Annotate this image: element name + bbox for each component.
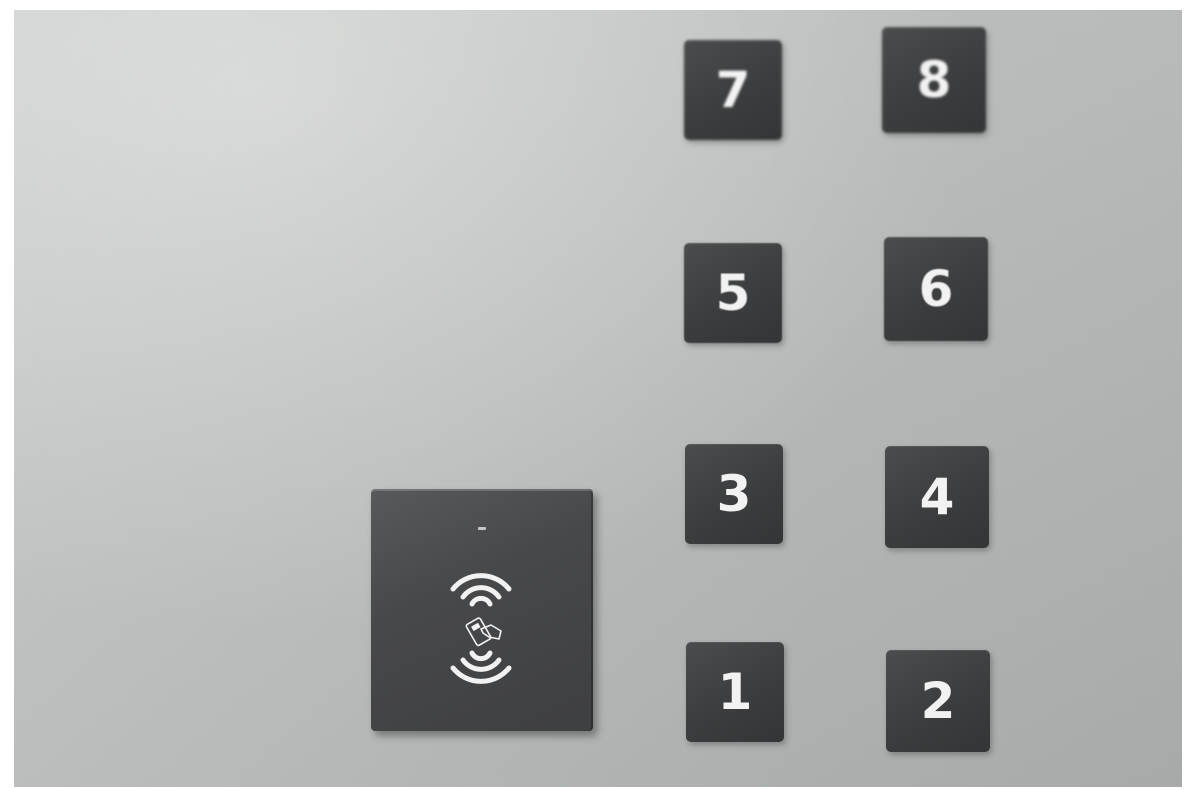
floor-button-6[interactable]: 6: [884, 237, 988, 341]
elevator-wall: 7 8 5 6 3 4 1 2: [14, 10, 1182, 787]
floor-button-1[interactable]: 1: [686, 642, 784, 742]
floor-label: 2: [920, 672, 956, 730]
floor-button-5[interactable]: 5: [684, 243, 782, 343]
floor-label: 6: [918, 260, 954, 318]
floor-button-8[interactable]: 8: [882, 27, 986, 133]
floor-button-4[interactable]: 4: [885, 446, 989, 548]
floor-label: 1: [717, 663, 753, 721]
floor-label: 7: [715, 61, 751, 119]
wall-sheen: [14, 10, 1182, 787]
floor-button-2[interactable]: 2: [886, 650, 990, 752]
floor-label: 4: [919, 468, 955, 526]
floor-label: 8: [916, 51, 952, 109]
status-led: [478, 527, 486, 530]
floor-button-3[interactable]: 3: [685, 444, 783, 544]
floor-label: 5: [715, 264, 751, 322]
floor-button-7[interactable]: 7: [684, 40, 782, 140]
nfc-contactless-icon: [450, 573, 512, 684]
card-reader-panel[interactable]: [371, 489, 593, 731]
floor-label: 3: [716, 465, 752, 523]
